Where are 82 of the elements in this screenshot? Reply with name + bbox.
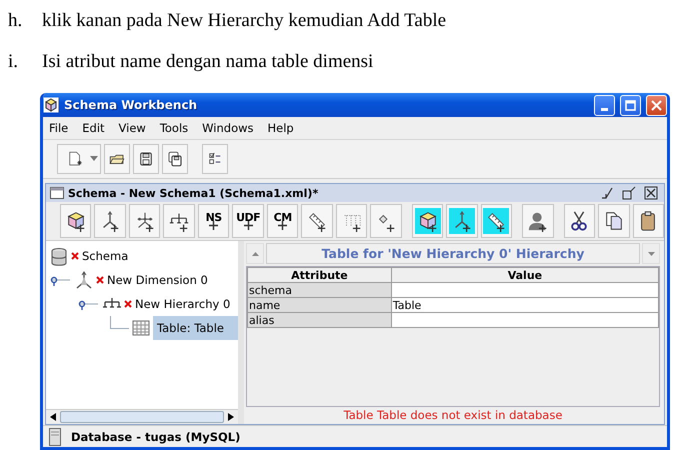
expand-handle-icon[interactable] — [50, 274, 72, 286]
window-icon — [50, 187, 64, 199]
maximize-icon — [625, 100, 636, 110]
copy-button[interactable] — [598, 204, 630, 238]
close-button[interactable] — [646, 94, 667, 116]
close-icon — [651, 100, 662, 110]
cut-button[interactable] — [564, 204, 596, 238]
attribute-cell: schema — [248, 282, 392, 298]
table-grid-icon — [132, 318, 150, 338]
dropdown-arrow-icon — [90, 156, 98, 162]
database-icon — [50, 246, 68, 266]
tree-item[interactable]: New Dimension 0 — [107, 271, 212, 289]
axes-icon — [75, 270, 93, 290]
tree-item[interactable]: New Hierarchy 0 — [135, 295, 234, 313]
error-message: Table Table does not exist in database — [342, 407, 564, 424]
up-arrow-icon — [252, 252, 258, 256]
floppy-disks-icon — [166, 150, 184, 168]
maximize-button[interactable] — [620, 186, 638, 200]
plus-icon — [278, 221, 288, 230]
value-cell[interactable] — [391, 312, 658, 328]
plus-icon — [244, 221, 253, 230]
add-dimension-usage-button[interactable] — [128, 204, 160, 238]
attribute-cell: name — [248, 298, 392, 312]
menu-item[interactable]: View — [118, 121, 146, 135]
horizontal-scrollbar[interactable] — [46, 409, 238, 424]
tree-item[interactable]: Table: Table — [153, 316, 238, 340]
add-level-button[interactable] — [480, 204, 512, 238]
person-icon — [526, 210, 549, 232]
plus-icon — [209, 221, 218, 230]
add-button[interactable]: CM — [266, 204, 298, 238]
maximize-icon — [622, 186, 636, 200]
add-dimension-button[interactable] — [94, 204, 126, 238]
minimize-icon — [601, 108, 608, 110]
minimize-button[interactable] — [594, 94, 615, 116]
column-header[interactable]: Value — [391, 268, 658, 282]
window-title: Schema Workbench — [64, 98, 198, 112]
save-button[interactable] — [133, 144, 159, 174]
server-icon — [49, 428, 61, 446]
value-cell[interactable] — [391, 282, 658, 298]
expand-handle-icon[interactable] — [78, 298, 100, 310]
add-button[interactable]: NS — [198, 204, 230, 238]
menu-item[interactable]: Help — [268, 121, 294, 135]
maximize-button[interactable] — [620, 94, 641, 116]
add-button[interactable]: UDF — [232, 204, 264, 238]
menu-item[interactable]: File — [49, 121, 68, 135]
add-level-button[interactable] — [301, 204, 333, 238]
attribute-cell: alias — [248, 312, 392, 328]
right-arrow-icon — [228, 413, 234, 421]
preferences-button[interactable] — [202, 144, 228, 174]
add-cube-button[interactable] — [60, 204, 92, 238]
dropdown-button[interactable] — [642, 243, 660, 264]
paste-button[interactable] — [632, 204, 664, 238]
ruler-icon — [485, 210, 508, 232]
close-icon — [644, 186, 658, 200]
panel-title: Table for 'New Hierarchy 0' Hierarchy — [266, 243, 640, 264]
save-as-button[interactable] — [162, 144, 188, 174]
column-header[interactable]: Attribute — [248, 268, 392, 282]
minimize-icon — [600, 186, 614, 200]
list-marker: i. — [7, 50, 20, 72]
status-text: Database - tugas (MySQL) — [71, 430, 240, 444]
close-button[interactable] — [642, 186, 660, 200]
add-cube-button[interactable] — [412, 204, 444, 238]
add-measure-button[interactable] — [370, 204, 402, 238]
menu-item[interactable]: Windows — [202, 121, 254, 135]
left-arrow-icon — [50, 413, 56, 421]
open-button[interactable] — [104, 144, 130, 174]
list-marker: h. — [7, 10, 24, 32]
value-cell[interactable]: Table — [391, 298, 658, 312]
cube-icon — [43, 97, 59, 113]
instruction-text: klik kanan pada New Hierarchy kemudian Add Table — [42, 10, 446, 32]
tree-item[interactable]: Schema — [82, 247, 132, 265]
add-role-button[interactable] — [522, 204, 554, 238]
collapse-button[interactable] — [246, 243, 264, 264]
add-dimension-button[interactable] — [446, 204, 478, 238]
frame-title: Schema - New Schema1 (Schema1.xml)* — [68, 186, 320, 200]
add-hierarchy-button[interactable] — [163, 204, 195, 238]
ruler-icon — [306, 210, 328, 232]
down-arrow-icon — [648, 252, 654, 256]
menu-item[interactable]: Edit — [82, 121, 105, 135]
menu-item[interactable]: Tools — [160, 121, 188, 135]
new-file-button[interactable] — [57, 144, 101, 174]
instruction-text: Isi atribut name dengan nama table dimensi — [42, 50, 374, 72]
